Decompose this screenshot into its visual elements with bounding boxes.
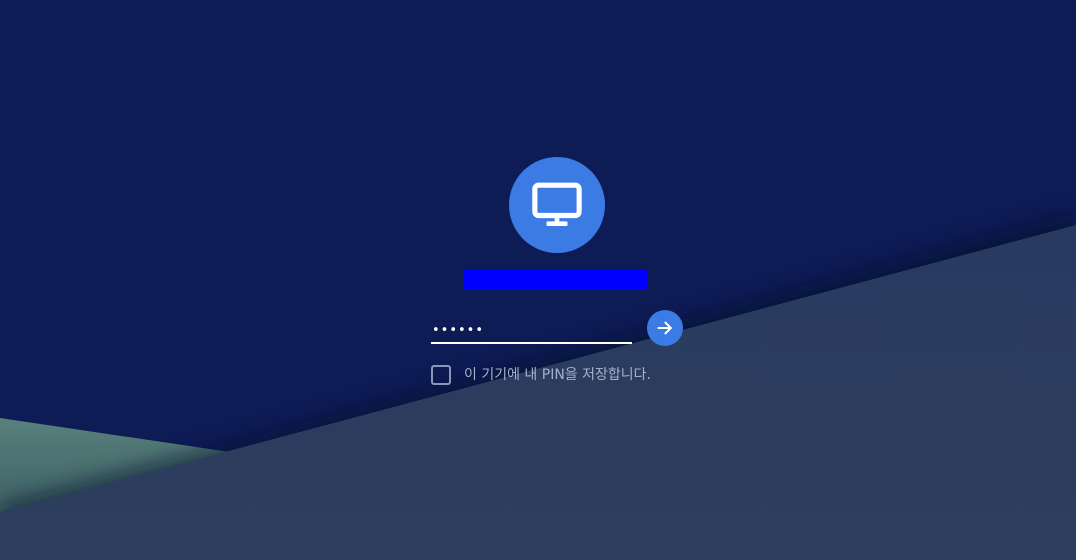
pin-input[interactable] [431, 318, 632, 344]
avatar [509, 157, 605, 253]
submit-button[interactable] [647, 310, 683, 346]
monitor-icon [529, 177, 585, 233]
remember-pin-row: 이 기기에 내 PIN을 저장합니다. [431, 364, 651, 386]
arrow-right-icon [655, 318, 675, 338]
remember-pin-label[interactable]: 이 기기에 내 PIN을 저장합니다. [464, 365, 651, 385]
chrome-remote-desktop-pin-screen: 이 기기에 내 PIN을 저장합니다. [0, 0, 1076, 560]
remember-pin-checkbox[interactable] [431, 365, 451, 385]
username-label [463, 269, 648, 289]
